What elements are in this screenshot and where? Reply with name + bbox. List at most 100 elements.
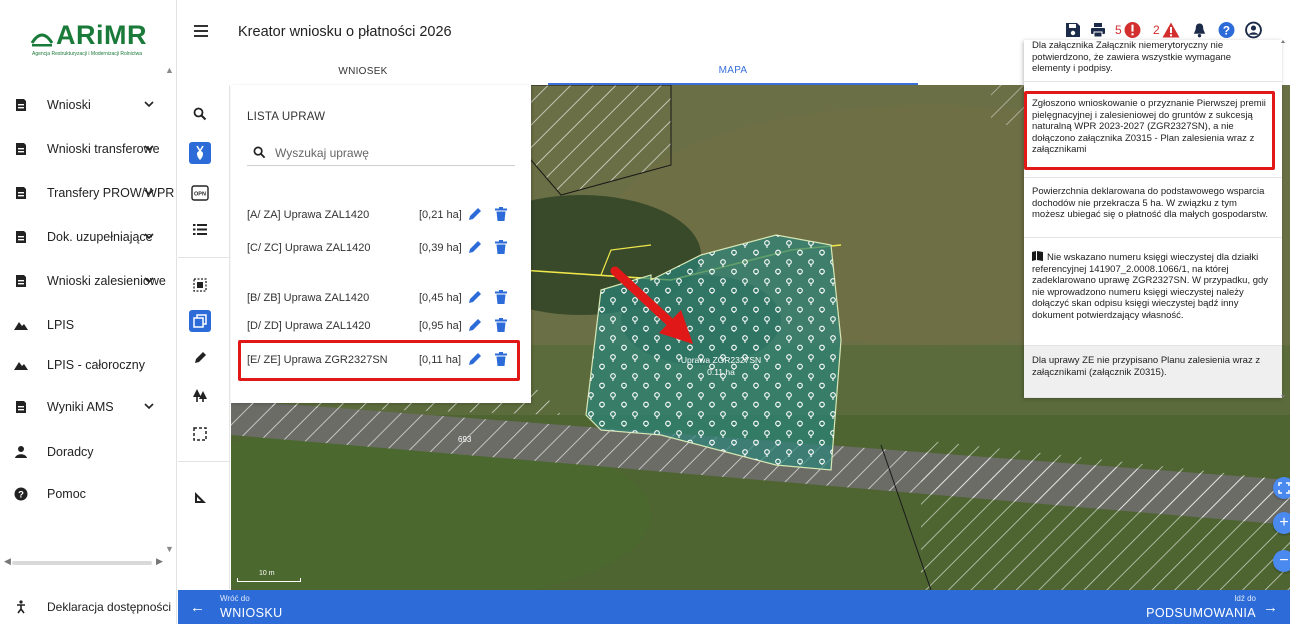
trees-icon [193,389,207,402]
sidebar-item-lpis[interactable]: LPIS [0,310,170,340]
measure-tool-button[interactable] [189,487,211,509]
tab-wniosek[interactable]: WNIOSEK [178,57,548,85]
tools-divider-2 [178,461,230,462]
tab-mapa[interactable]: MAPA [548,57,918,85]
crop-search-box [247,142,515,166]
book-icon [1032,251,1043,261]
notification-item[interactable]: Nie wskazano numeru księgi wieczystej dl… [1024,238,1282,346]
sidebar-item-wnioski[interactable]: Wnioski [0,90,170,120]
scroll-left-icon[interactable]: ◀ [4,556,11,567]
svg-text:OPN: OPN [194,192,206,198]
chevron-down-icon[interactable] [144,143,154,153]
scroll-right-icon[interactable]: ▶ [156,556,163,567]
notification-item[interactable]: Dla załącznika Załącznik niemerytoryczny… [1024,40,1282,82]
crop-list-tool-button[interactable] [189,142,211,164]
pencil-icon [195,352,206,363]
accessibility-label: Deklaracja dostępności [47,600,172,614]
sidebar-horizontal-scrollbar[interactable]: ◀ ▶ [0,556,170,570]
edit-pencil-icon[interactable] [468,290,482,304]
help-icon[interactable]: ? [1218,21,1235,39]
sidebar-item-label: Transfery PROW/WPR [47,186,175,200]
back-small-label: Wróć do [220,594,250,603]
notification-text: Dla załącznika Załącznik niemerytoryczny… [1032,40,1232,74]
opn-tool-button[interactable]: OPN [189,182,211,204]
list-tool-button[interactable] [189,218,211,240]
marquee-tool-button[interactable] [189,423,211,445]
delete-trash-icon[interactable] [495,240,507,254]
search-icon [193,107,207,121]
error-icon[interactable] [1124,21,1141,39]
save-icon[interactable] [1065,21,1081,39]
chevron-down-icon[interactable] [144,275,154,285]
logo-subtitle: Agencja Restrukturyzacji i Modernizacji … [32,51,143,57]
zoom-out-button[interactable]: − [1273,550,1290,572]
edit-pencil-icon[interactable] [468,240,482,254]
delete-trash-icon[interactable] [495,207,507,221]
sidebar-item-pomoc[interactable]: ? Pomoc [0,479,170,509]
notification-item[interactable]: Dla uprawy ZE nie przypisano Planu zales… [1024,346,1282,398]
sidebar-item-label: Pomoc [47,487,86,501]
select-area-tool-button[interactable] [189,274,211,296]
edit-pencil-icon[interactable] [468,318,482,332]
sidebar-item-dok-uzupełniające[interactable]: Dok. uzupełniające [0,222,170,252]
go-to-summary-button[interactable]: Idź do PODSUMOWANIA → [1120,590,1290,624]
chevron-down-icon[interactable] [144,401,154,411]
sidebar-item-doradcy[interactable]: Doradcy [0,437,170,467]
chevron-down-icon[interactable] [144,187,154,197]
crop-area: [0,21 ha] [419,209,462,221]
crop-list-item[interactable]: [D/ ZD] Uprawa ZAL1420 [0,95 ha] [247,314,517,338]
copy-tool-button[interactable] [189,310,211,332]
fullscreen-button[interactable] [1273,477,1290,499]
crop-list-item[interactable]: [A/ ZA] Uprawa ZAL1420 [0,21 ha] [247,203,517,227]
delete-trash-icon[interactable] [495,318,507,332]
crop-list-item[interactable]: [B/ ZB] Uprawa ZAL1420 [0,45 ha] [247,286,517,310]
scale-label: 10 m [259,570,275,577]
sidebar-item-wyniki-ams[interactable]: Wyniki AMS [0,392,170,422]
scrollbar-track[interactable] [12,561,152,565]
bottom-navigation-bar: ← Wróć do WNIOSKU Idź do PODSUMOWANIA → [178,590,1290,624]
sidebar-item-wnioski-transferowe[interactable]: Wnioski transferowe [0,134,170,164]
crop-name: [B/ ZB] Uprawa ZAL1420 [247,292,370,304]
user-icon[interactable] [1245,21,1262,39]
edit-pencil-icon[interactable] [468,207,482,221]
notifications-scrollbar[interactable] [1281,40,1285,398]
back-to-application-button[interactable]: ← Wróć do WNIOSKU [178,590,338,624]
arimr-logo[interactable]: ARiMR Agencja Restrukturyzacji i Moderni… [30,20,160,64]
zoom-in-button[interactable]: + [1273,512,1290,534]
crop-area: [0,45 ha] [419,292,462,304]
sidebar-item-lpis-całoroczny[interactable]: LPIS - całoroczny [0,350,170,380]
crop-list-item[interactable]: [C/ ZC] Uprawa ZAL1420 [0,39 ha] [247,236,517,260]
crop-name: [D/ ZD] Uprawa ZAL1420 [247,320,371,332]
document-icon [16,401,26,413]
sidebar-item-label: LPIS [47,318,75,332]
plus-icon: + [1279,514,1289,531]
notification-item[interactable]: Powierzchnia deklarowana do podstawowego… [1024,178,1282,238]
sidebar-item-transfery-prow-wpr[interactable]: Transfery PROW/WPR [0,178,174,208]
accessibility-icon [17,600,25,614]
draw-tool-button[interactable] [189,347,211,369]
crop-search-input[interactable] [275,144,505,162]
print-icon[interactable] [1090,21,1106,39]
search-icon [253,146,266,159]
person-icon [15,446,27,458]
search-tool-button[interactable] [189,103,211,125]
menu-icon[interactable] [194,24,210,38]
delete-trash-icon[interactable] [495,290,507,304]
sidebar-scroll-up-icon[interactable]: ▲ [165,65,174,75]
accessibility-declaration-link[interactable]: Deklaracja dostępności [0,590,177,624]
document-icon [16,231,26,243]
copy-icon [193,314,207,328]
svg-text:?: ? [18,490,24,501]
sidebar-item-wnioski-zalesieniowe[interactable]: Wnioski zalesieniowe [0,266,170,296]
warning-icon[interactable] [1162,21,1180,39]
measure-angle-icon [195,492,206,503]
forest-tool-button[interactable] [189,385,211,407]
sidebar-item-label: Dok. uzupełniające [47,230,153,244]
chevron-down-icon[interactable] [144,231,154,241]
bell-icon[interactable] [1192,21,1207,39]
logo-text: ARiMR [56,20,147,50]
sidebar-item-label: Wyniki AMS [47,400,114,414]
chevron-down-icon[interactable] [144,99,154,109]
crop-list-title: LISTA UPRAW [247,111,326,123]
sidebar-scroll-down-icon[interactable]: ▼ [165,544,174,554]
